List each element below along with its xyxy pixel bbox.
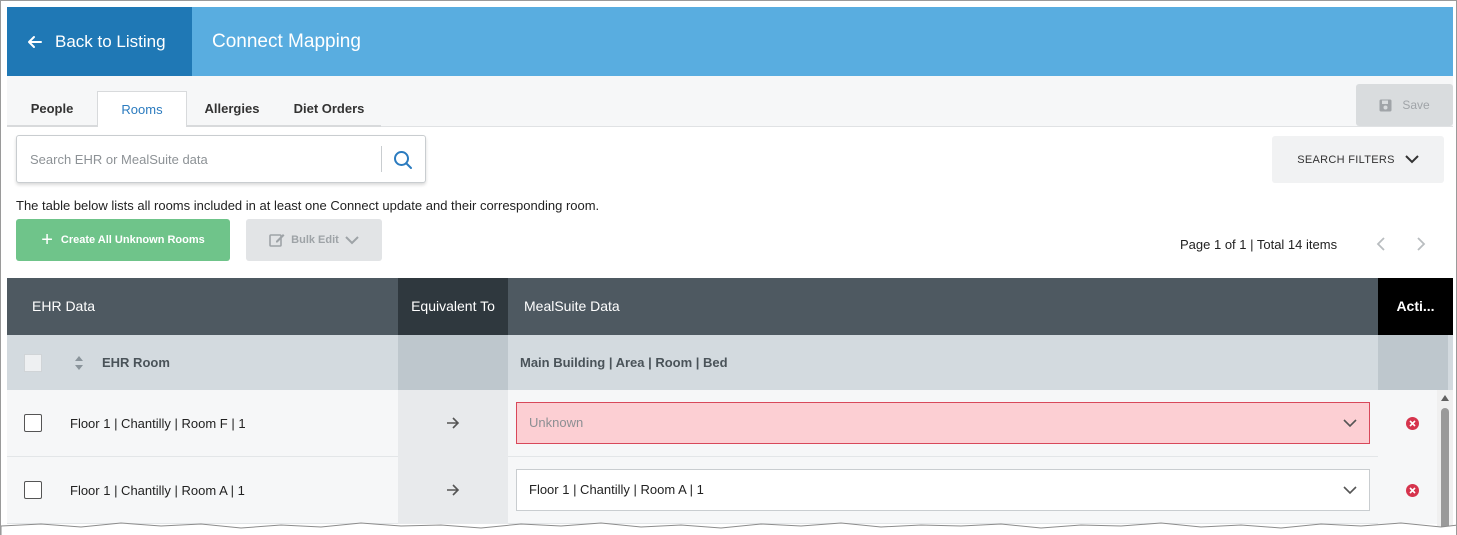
mealsuite-room-select[interactable]: Unknown [516,402,1370,444]
save-button[interactable]: Save [1356,84,1453,126]
back-to-listing-button[interactable]: Back to Listing [7,7,192,76]
scroll-up-icon[interactable] [1440,394,1450,402]
arrow-right-icon [447,484,460,496]
select-value: Floor 1 | Chantilly | Room A | 1 [529,482,704,497]
table-subheader-row: EHR Room Main Building | Area | Room | B… [7,335,1453,390]
create-label: Create All Unknown Rooms [60,234,205,246]
search-input[interactable] [18,137,378,181]
bulk-edit-button[interactable]: Bulk Edit [246,219,382,261]
header-actions: Acti... [1378,278,1453,335]
arrow-right-icon [447,417,460,429]
select-all-checkbox[interactable] [24,354,42,372]
table-scrollbar[interactable] [1437,390,1453,535]
header-mealsuite-data: MealSuite Data [508,278,1378,335]
tab-diet-orders[interactable]: Diet Orders [277,91,381,127]
ehr-room-value: Floor 1 | Chantilly | Room A | 1 [70,483,245,498]
rooms-table: EHR Data Equivalent To MealSuite Data Ac… [7,278,1453,535]
page-title: Connect Mapping [212,31,361,52]
search-divider [381,146,382,172]
subheader-mealsuite-columns: Main Building | Area | Room | Bed [520,355,728,370]
subheader-equivalent-cell [398,335,508,390]
sort-icon[interactable] [74,355,84,371]
tab-allergies[interactable]: Allergies [187,91,277,127]
select-value: Unknown [529,415,584,430]
bulk-edit-label: Bulk Edit [291,234,339,246]
app-window: Back to Listing Connect Mapping People R… [0,0,1457,535]
scroll-thumb[interactable] [1441,408,1449,535]
row-checkbox[interactable] [24,481,42,499]
chevron-right-icon[interactable] [1413,235,1429,253]
search-filters-label: SEARCH FILTERS [1297,153,1395,166]
search-icon[interactable] [392,149,414,171]
plus-icon: + [41,229,53,251]
search-filters-button[interactable]: SEARCH FILTERS [1272,136,1444,183]
tab-bar: People Rooms Allergies Diet Orders [7,76,1453,128]
table-header-row: EHR Data Equivalent To MealSuite Data Ac… [7,278,1453,335]
subheader-actions-cell [1378,335,1448,390]
tab-people[interactable]: People [7,91,97,127]
pagination-status: Page 1 of 1 | Total 14 items [1180,237,1338,252]
back-to-listing-label: Back to Listing [55,31,166,51]
arrow-left-icon [28,35,42,48]
table-row: Floor 1 | Chantilly | Room A | 1 Floor 1… [7,457,1437,524]
create-all-unknown-rooms-button[interactable]: + Create All Unknown Rooms [16,219,230,261]
save-label: Save [1402,98,1430,112]
edit-icon [269,234,285,247]
torn-edge-decoration [1,522,1456,535]
ehr-room-value: Floor 1 | Chantilly | Room F | 1 [70,416,246,431]
chevron-left-icon[interactable] [1373,235,1389,253]
search-box [16,135,426,183]
row-checkbox[interactable] [24,414,42,432]
remove-icon[interactable] [1406,417,1419,430]
main-content: SEARCH FILTERS The table below lists all… [7,127,1453,535]
table-description: The table below lists all rooms included… [16,198,600,213]
mealsuite-room-select[interactable]: Floor 1 | Chantilly | Room A | 1 [516,469,1370,511]
chevron-down-icon [1343,486,1357,495]
remove-icon[interactable] [1406,484,1419,497]
header-equivalent-to: Equivalent To [398,278,508,335]
header-ehr-data: EHR Data [7,278,398,335]
subheader-ehr-room[interactable]: EHR Room [102,335,170,390]
table-row: Floor 1 | Chantilly | Room F | 1 Unknown [7,390,1437,457]
save-icon [1379,99,1392,111]
chevron-down-icon [1343,419,1357,428]
chevron-down-icon [1405,155,1419,164]
top-header: Back to Listing Connect Mapping [7,7,1453,76]
chevron-down-icon [345,235,359,244]
tab-rooms[interactable]: Rooms [97,91,187,128]
